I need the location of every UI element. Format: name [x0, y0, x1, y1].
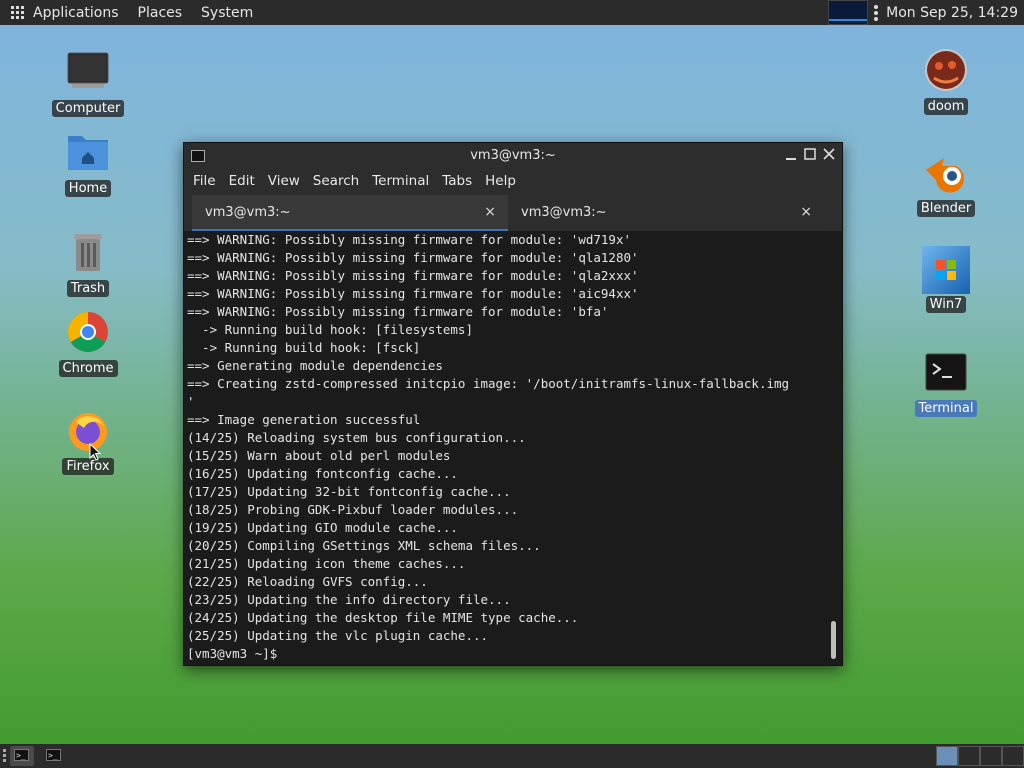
home-folder-icon [64, 130, 112, 178]
bottom-panel: >_ >_ [0, 744, 1024, 768]
clock[interactable]: Mon Sep 25, 14:29 [886, 5, 1018, 21]
apps-grid-icon[interactable] [11, 6, 24, 19]
desktop-icon-chrome[interactable]: Chrome [48, 310, 128, 377]
terminal-line: (23/25) Updating the info directory file… [187, 592, 511, 607]
menu-help[interactable]: Help [485, 173, 516, 189]
desktop-icon-computer[interactable]: Computer [48, 50, 128, 117]
desktop-icon-label: doom [923, 98, 969, 115]
window-titlebar[interactable]: vm3@vm3:~ [184, 143, 842, 169]
menu-search[interactable]: Search [313, 173, 359, 189]
desktop-icon-terminal[interactable]: Terminal [906, 350, 986, 417]
desktop-icon-label: Firefox [62, 458, 114, 475]
menu-terminal[interactable]: Terminal [372, 173, 429, 189]
tab-1[interactable]: vm3@vm3:~ × [192, 195, 508, 231]
terminal-output[interactable]: ==> WARNING: Possibly missing firmware f… [184, 231, 827, 663]
desktop-icon-label: Home [64, 180, 112, 197]
tab-close-icon[interactable]: × [800, 204, 812, 220]
desktop-icon-label: Terminal [914, 400, 978, 417]
terminal-line: (20/25) Compiling GSettings XML schema f… [187, 538, 541, 553]
desktop-icon-label: Win7 [925, 296, 967, 313]
desktop-icon-label: Computer [51, 100, 125, 117]
terminal-window[interactable]: vm3@vm3:~ File Edit View Search Terminal… [183, 142, 843, 666]
desktop-icon-blender[interactable]: Blender [906, 150, 986, 217]
desktop-icon-doom[interactable]: doom [906, 48, 986, 115]
doom-icon [922, 48, 970, 96]
taskbar-terminal-1[interactable]: >_ [10, 746, 34, 766]
terminal-line: (15/25) Warn about old perl modules [187, 448, 451, 463]
tab-close-icon[interactable]: × [484, 204, 496, 220]
computer-icon [64, 50, 112, 98]
terminal-line: (24/25) Updating the desktop file MIME t… [187, 610, 579, 625]
terminal-line: ==> WARNING: Possibly missing firmware f… [187, 232, 632, 247]
window-menubar: File Edit View Search Terminal Tabs Help [184, 169, 842, 193]
panel-handle-icon [874, 4, 879, 21]
terminal-line: ' [187, 394, 195, 409]
desktop-icon-home[interactable]: Home [48, 130, 128, 197]
workspace-3[interactable] [980, 746, 1002, 766]
taskbar-terminal-2[interactable]: >_ [42, 746, 66, 766]
tab-label: vm3@vm3:~ [521, 204, 607, 220]
terminal-line: (19/25) Updating GIO module cache... [187, 520, 458, 535]
menu-view[interactable]: View [268, 173, 300, 189]
terminal-icon: >_ [46, 749, 61, 761]
panel-handle-icon [3, 749, 6, 762]
blender-icon [922, 150, 970, 198]
terminal-line: ==> WARNING: Possibly missing firmware f… [187, 304, 609, 319]
desktop-icon-label: Chrome [58, 360, 118, 377]
terminal-line: (17/25) Updating 32-bit fontconfig cache… [187, 484, 511, 499]
maximize-button[interactable] [803, 147, 817, 163]
desktop-icon-win7[interactable]: Win7 [906, 246, 986, 313]
menu-file[interactable]: File [193, 173, 216, 189]
menu-tabs[interactable]: Tabs [442, 173, 472, 189]
chrome-icon [64, 310, 112, 358]
terminal-line: -> Running build hook: [fsck] [187, 340, 421, 355]
terminal-line: -> Running build hook: [filesystems] [187, 322, 473, 337]
terminal-line: ==> WARNING: Possibly missing firmware f… [187, 268, 639, 283]
workspace-4[interactable] [1002, 746, 1024, 766]
window-title: vm3@vm3:~ [470, 148, 556, 163]
top-panel: Applications Places System Mon Sep 25, 1… [0, 0, 1024, 25]
terminal-line: (18/25) Probing GDK-Pixbuf loader module… [187, 502, 519, 517]
win7-icon [922, 246, 970, 294]
terminal-line: ==> Image generation successful [187, 412, 421, 427]
workspace-2[interactable] [958, 746, 980, 766]
menu-places[interactable]: Places [138, 5, 183, 21]
terminal-line: ==> WARNING: Possibly missing firmware f… [187, 286, 639, 301]
terminal-icon [922, 350, 970, 398]
terminal-line: ==> Creating zstd-compressed initcpio im… [187, 376, 790, 391]
desktop-icon-label: Trash [66, 280, 110, 297]
minimize-button[interactable] [784, 147, 798, 163]
menu-system[interactable]: System [201, 5, 253, 21]
terminal-line: (22/25) Reloading GVFS config... [187, 574, 428, 589]
terminal-line: (21/25) Updating icon theme caches... [187, 556, 466, 571]
menu-edit[interactable]: Edit [229, 173, 255, 189]
terminal-icon: >_ [14, 749, 29, 761]
desktop-icon-label: Blender [916, 200, 976, 217]
workspace-1[interactable] [936, 746, 958, 766]
mouse-cursor-icon [89, 443, 101, 461]
network-monitor-icon[interactable] [828, 0, 869, 25]
tab-bar: vm3@vm3:~ × vm3@vm3:~ × [184, 193, 842, 232]
terminal-line: ==> Generating module dependencies [187, 358, 443, 373]
terminal-line: (25/25) Updating the vlc plugin cache... [187, 628, 489, 643]
firefox-icon [64, 408, 112, 456]
desktop-icon-firefox[interactable]: Firefox [48, 408, 128, 475]
terminal-line: (14/25) Reloading system bus configurati… [187, 430, 526, 445]
terminal-line: [vm3@vm3 ~]$ [187, 646, 285, 661]
desktop-icon-trash[interactable]: Trash [48, 230, 128, 297]
scrollbar-thumb[interactable] [831, 621, 836, 659]
terminal-line: (16/25) Updating fontconfig cache... [187, 466, 458, 481]
tab-2[interactable]: vm3@vm3:~ × [508, 195, 824, 229]
trash-icon [64, 230, 112, 278]
tab-label: vm3@vm3:~ [205, 204, 291, 220]
close-button[interactable] [822, 147, 836, 163]
terminal-scrollbar[interactable] [826, 231, 842, 663]
terminal-line: ==> WARNING: Possibly missing firmware f… [187, 250, 639, 265]
menu-applications[interactable]: Applications [33, 5, 119, 21]
